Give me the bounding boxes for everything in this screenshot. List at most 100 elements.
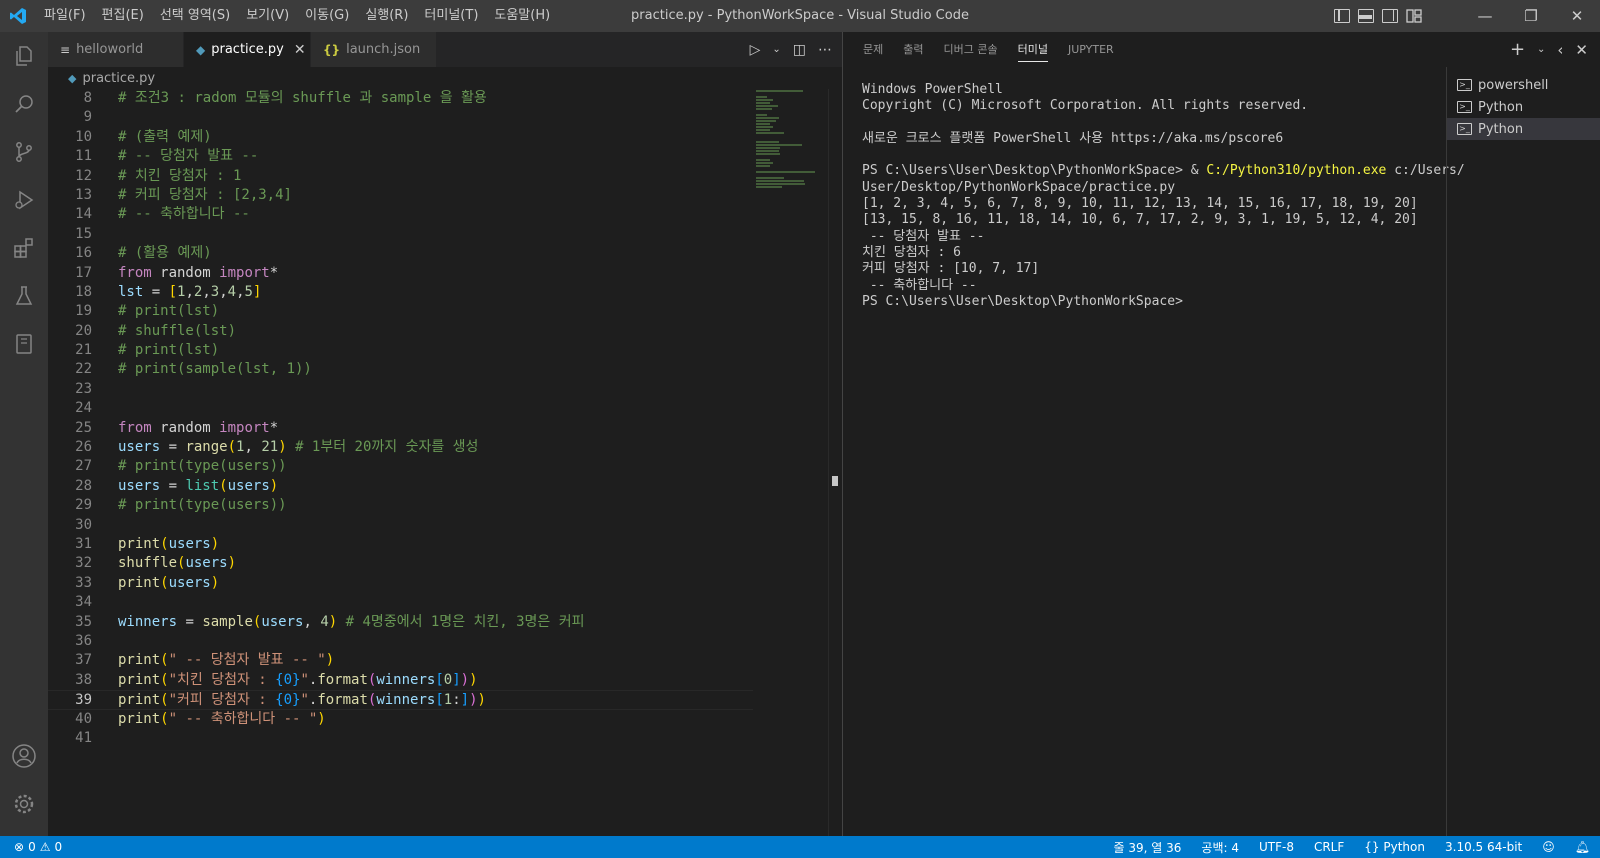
remote-explorer-icon[interactable]	[0, 320, 48, 368]
close-window-icon[interactable]: ✕	[1554, 0, 1600, 32]
close-tab-icon[interactable]: ✕	[294, 42, 306, 58]
line-number: 34	[75, 594, 92, 611]
encoding-status[interactable]: UTF-8	[1249, 840, 1304, 854]
code-token: # (출력 예제)	[118, 128, 212, 145]
tab-helloworld[interactable]: ≡ helloworld	[48, 32, 184, 67]
code-line-current[interactable]: 39 print("커피 당첨자 : {0}".format(winners[1:…	[48, 690, 753, 710]
problems-status[interactable]: ⊗ 0 ⚠ 0	[0, 840, 62, 854]
cursor-position[interactable]: 줄 39, 열 36	[1104, 839, 1192, 856]
toggle-sidebar-icon[interactable]	[1334, 9, 1350, 23]
code-line[interactable]: 11 # -- 당첨자 발표 --	[48, 147, 753, 166]
code-line[interactable]: 36	[48, 632, 753, 651]
code-line[interactable]: 26 users = range(1, 21) # 1부터 20까지 숫자를 생성	[48, 438, 753, 457]
line-text: from random import*	[92, 419, 278, 438]
minimap[interactable]	[756, 89, 828, 188]
editor-scrollbar[interactable]	[828, 89, 842, 836]
run-python-file-icon[interactable]: ▷	[750, 42, 761, 58]
menu-item[interactable]: 도움말(H)	[486, 0, 558, 32]
code-line[interactable]: 22 # print(sample(lst, 1))	[48, 360, 753, 379]
menu-item[interactable]: 보기(V)	[238, 0, 297, 32]
code-line[interactable]: 23	[48, 380, 753, 399]
collapse-left-icon[interactable]: ‹	[1557, 41, 1563, 59]
code-line[interactable]: 25 from random import*	[48, 419, 753, 438]
code-line[interactable]: 24	[48, 399, 753, 418]
terminal-dropdown-chevron-icon[interactable]: ⌄	[1537, 44, 1545, 55]
code-line[interactable]: 31 print(users)	[48, 535, 753, 554]
explorer-icon[interactable]	[0, 32, 48, 80]
code-line[interactable]: 29 # print(type(users))	[48, 496, 753, 515]
code-line[interactable]: 8 # 조건3 : radom 모듈의 shuffle 과 sample 을 활용	[48, 89, 753, 108]
menu-item[interactable]: 편집(E)	[94, 0, 152, 32]
indentation-status[interactable]: 공백: 4	[1191, 839, 1249, 856]
minimize-icon[interactable]: —	[1462, 0, 1508, 32]
new-terminal-icon[interactable]: +	[1510, 39, 1525, 60]
code-line[interactable]: 20 # shuffle(lst)	[48, 322, 753, 341]
error-count: 0	[28, 840, 36, 854]
terminal-instance[interactable]: >_ powershell	[1447, 74, 1600, 96]
run-dropdown-chevron-icon[interactable]: ⌄	[772, 44, 780, 55]
code-line[interactable]: 33 print(users)	[48, 574, 753, 593]
close-panel-icon[interactable]: ✕	[1575, 41, 1588, 59]
code-line[interactable]: 30	[48, 516, 753, 535]
python-interpreter[interactable]: 3.10.5 64-bit	[1435, 840, 1532, 854]
eol-status[interactable]: CRLF	[1304, 840, 1354, 854]
code-editor[interactable]: 8 # 조건3 : radom 모듈의 shuffle 과 sample 을 활용…	[48, 89, 753, 836]
search-icon[interactable]	[0, 80, 48, 128]
code-line[interactable]: 17 from random import*	[48, 264, 753, 283]
terminal-instance[interactable]: >_ Python	[1447, 96, 1600, 118]
menu-item[interactable]: 이동(G)	[297, 0, 357, 32]
menu-item[interactable]: 실행(R)	[357, 0, 416, 32]
code-line[interactable]: 13 # 커피 당첨자 : [2,3,4]	[48, 186, 753, 205]
code-line[interactable]: 37 print(" -- 당첨자 발표 -- ")	[48, 651, 753, 670]
terminal-instance[interactable]: >_ Python	[1447, 118, 1600, 140]
code-line[interactable]: 38 print("치킨 당첨자 : {0}".format(winners[0]…	[48, 671, 753, 690]
menu-item[interactable]: 선택 영역(S)	[152, 0, 238, 32]
minimap-line	[756, 153, 780, 155]
language-mode[interactable]: {} Python	[1354, 840, 1435, 854]
testing-flask-icon[interactable]	[0, 272, 48, 320]
menu-item[interactable]: 터미널(T)	[416, 0, 486, 32]
restore-icon[interactable]: ❐	[1508, 0, 1554, 32]
tab-practice-py[interactable]: ◆ practice.py ✕	[184, 32, 311, 67]
breadcrumb-file[interactable]: practice.py	[82, 71, 155, 86]
accounts-icon[interactable]	[0, 732, 48, 780]
code-line[interactable]: 21 # print(lst)	[48, 341, 753, 360]
code-line[interactable]: 34	[48, 593, 753, 612]
panel-tab[interactable]: 출력	[893, 32, 933, 67]
code-line[interactable]: 15	[48, 225, 753, 244]
toggle-panel-icon[interactable]	[1358, 9, 1374, 23]
code-line[interactable]: 40 print(" -- 축하합니다 -- ")	[48, 710, 753, 729]
python-file-icon: ◆	[68, 71, 77, 85]
extensions-icon[interactable]	[0, 224, 48, 272]
line-text	[92, 632, 118, 651]
run-debug-icon[interactable]	[0, 176, 48, 224]
code-line[interactable]: 9	[48, 108, 753, 127]
code-line[interactable]: 27 # print(type(users))	[48, 457, 753, 476]
code-line[interactable]: 12 # 치킨 당첨자 : 1	[48, 167, 753, 186]
feedback-icon[interactable]: ☺	[1532, 840, 1565, 854]
code-line[interactable]: 19 # print(lst)	[48, 302, 753, 321]
menu-item[interactable]: 파일(F)	[36, 0, 94, 32]
code-line[interactable]: 14 # -- 축하합니다 --	[48, 205, 753, 224]
toggle-secondary-sidebar-icon[interactable]	[1382, 9, 1398, 23]
code-line[interactable]: 18 lst = [1,2,3,4,5]	[48, 283, 753, 302]
panel-tab[interactable]: 터미널	[1008, 32, 1058, 67]
terminal-output[interactable]: Windows PowerShell Copyright (C) Microsof…	[862, 82, 1465, 310]
settings-gear-icon[interactable]	[0, 780, 48, 828]
tab-launch-json[interactable]: {} launch.json	[311, 32, 437, 67]
split-editor-icon[interactable]: ◫	[793, 42, 806, 58]
code-line[interactable]: 16 # (활용 예제)	[48, 244, 753, 263]
code-line[interactable]: 10 # (출력 예제)	[48, 128, 753, 147]
notifications-bell-icon[interactable]: 🔔︎	[1565, 840, 1600, 854]
panel-tab[interactable]: JUPYTER	[1058, 32, 1124, 67]
code-line[interactable]: 35 winners = sample(users, 4) # 4명중에서 1명은…	[48, 613, 753, 632]
panel-tab[interactable]: 디버그 콘솔	[934, 32, 1008, 67]
panel-tab[interactable]: 문제	[853, 32, 893, 67]
customize-layout-icon[interactable]	[1406, 9, 1422, 23]
code-line[interactable]: 28 users = list(users)	[48, 477, 753, 496]
more-actions-icon[interactable]: ⋯	[818, 42, 832, 58]
code-line[interactable]: 32 shuffle(users)	[48, 554, 753, 573]
source-control-icon[interactable]	[0, 128, 48, 176]
code-line[interactable]: 41	[48, 729, 753, 748]
